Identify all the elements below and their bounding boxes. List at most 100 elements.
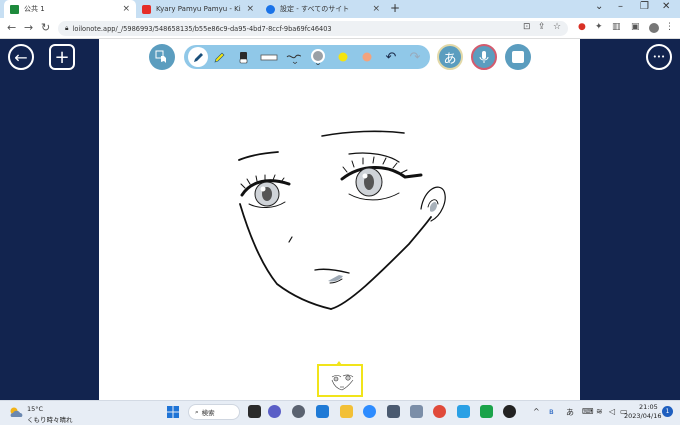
volume-icon[interactable]: ◁ <box>609 407 615 416</box>
pencil-icon <box>193 52 203 62</box>
input-indicator-icon[interactable]: ⌨ <box>582 407 594 416</box>
youtube-favicon-icon <box>142 4 151 14</box>
chrome-icon[interactable] <box>433 405 446 418</box>
stroke-width-button[interactable] <box>286 50 302 64</box>
tab-title: 公共 1 <box>24 5 45 13</box>
tab-kouyou-1[interactable]: 公共 1 × <box>4 0 136 18</box>
shape-tool-button[interactable] <box>505 44 531 70</box>
tab-settings[interactable]: 設定 - すべてのサイト × <box>260 0 386 18</box>
ellipsis-icon: ••• <box>652 53 666 61</box>
file-explorer-icon[interactable] <box>340 405 353 418</box>
color-gray-button[interactable] <box>310 49 326 65</box>
voice-record-button[interactable] <box>471 44 497 70</box>
profile-icon[interactable]: ▣ <box>631 22 640 32</box>
share-icon[interactable]: ⇪ <box>538 22 546 32</box>
highlighter-icon <box>214 52 224 62</box>
color-orange-button[interactable] <box>360 50 374 64</box>
reload-icon[interactable]: ↻ <box>41 21 50 34</box>
chevron-down-icon[interactable]: ⌄ <box>595 1 603 12</box>
left-eye <box>254 181 280 207</box>
teams-chat-icon[interactable] <box>268 405 281 418</box>
twitter-icon[interactable] <box>457 405 470 418</box>
minimize-icon[interactable]: – <box>618 1 623 12</box>
zoom-icon[interactable] <box>363 405 376 418</box>
ime-mode-indicator[interactable]: あ <box>566 407 574 418</box>
notification-badge[interactable]: 1 <box>662 406 673 417</box>
edge-browser-icon[interactable] <box>316 405 329 418</box>
new-tab-button[interactable]: + <box>390 1 400 15</box>
loilo-favicon-icon <box>10 4 19 14</box>
close-tab-icon[interactable]: × <box>246 4 254 14</box>
settings-app-icon[interactable] <box>292 405 305 418</box>
color-yellow-button[interactable] <box>336 50 350 64</box>
wave-line-icon <box>286 54 302 64</box>
avatar[interactable] <box>649 23 659 33</box>
redo-icon: ↷ <box>409 49 421 65</box>
tab-title: Kyary Pamyu Pamyu - Kizunami <box>156 5 241 13</box>
address-bar[interactable]: 🔒︎ <box>58 21 568 36</box>
pen-tool-button[interactable] <box>188 47 208 67</box>
task-view-icon[interactable] <box>248 405 261 418</box>
install-app-icon[interactable]: ⊡ <box>523 22 531 32</box>
color-swatch-orange-icon <box>362 52 372 62</box>
add-card-button[interactable]: + <box>49 44 75 70</box>
microphone-icon <box>479 51 489 63</box>
clock-time[interactable]: 21:05 <box>639 403 658 411</box>
bluetooth-icon[interactable]: ʙ <box>549 407 554 416</box>
redo-button[interactable]: ↷ <box>408 49 422 65</box>
plus-icon: + <box>54 46 70 68</box>
extensions-puzzle-icon[interactable]: ✦ <box>595 22 603 32</box>
right-eye <box>355 167 383 197</box>
extension-red-icon[interactable]: ● <box>578 22 586 32</box>
back-arrow-icon[interactable]: ← <box>7 21 16 34</box>
settings-gear-icon <box>266 4 275 14</box>
text-input-button[interactable]: あ <box>437 44 463 70</box>
more-options-button[interactable]: ••• <box>646 44 672 70</box>
camera-icon[interactable] <box>387 405 400 418</box>
eraser-tool-button[interactable] <box>236 50 250 64</box>
browser-toolbar: ← → ↻ 🔒︎ ⊡ ⇪ ☆ ● ✦ ▥ ▣ ⋮ <box>0 18 680 39</box>
url-input[interactable] <box>72 24 493 33</box>
tab-kyary-pamyu[interactable]: Kyary Pamyu Pamyu - Kizunami × <box>136 0 260 18</box>
eraser-icon <box>239 51 247 63</box>
color-swatch-yellow-icon <box>338 52 348 62</box>
cloud-sun-weather-icon <box>10 407 23 417</box>
undo-icon: ↶ <box>385 49 397 65</box>
taskbar-search[interactable]: ⌕ 検索 <box>188 404 240 420</box>
chevron-up-icon[interactable]: ^ <box>533 407 540 416</box>
forward-arrow-icon[interactable]: → <box>24 21 33 34</box>
close-tab-icon[interactable]: × <box>122 4 130 14</box>
back-button[interactable]: ← <box>8 44 34 70</box>
menu-kebab-icon[interactable]: ⋮ <box>665 22 674 32</box>
search-label: 検索 <box>201 409 215 417</box>
bookmark-star-icon[interactable]: ☆ <box>553 22 561 32</box>
browser-tab-strip: 公共 1 × Kyary Pamyu Pamyu - Kizunami × 設定… <box>0 0 680 18</box>
maximize-icon[interactable]: ❐ <box>640 1 649 12</box>
pinned-app-icon[interactable] <box>503 405 516 418</box>
hand-pointer-icon <box>155 50 166 63</box>
drawing-canvas[interactable] <box>99 39 580 400</box>
thumbnail-drawing <box>331 374 354 391</box>
undo-button[interactable]: ↶ <box>384 49 398 65</box>
close-window-icon[interactable]: ✕ <box>662 1 670 12</box>
weather-temperature[interactable]: 15°C <box>27 405 43 413</box>
ruler-icon <box>260 54 278 60</box>
wifi-icon[interactable]: ≋ <box>596 407 603 416</box>
lock-icon: 🔒︎ <box>65 24 69 32</box>
line-app-icon[interactable] <box>480 405 493 418</box>
highlighter-tool-button[interactable] <box>212 50 226 64</box>
close-tab-icon[interactable]: × <box>372 4 380 14</box>
photos-icon[interactable] <box>410 405 423 418</box>
windows-start-icon[interactable] <box>166 405 180 419</box>
select-hand-button[interactable] <box>149 44 175 70</box>
hiragana-a-icon: あ <box>443 51 457 67</box>
line-tool-button[interactable] <box>260 50 278 64</box>
arrow-left-icon: ← <box>14 47 28 67</box>
weather-description[interactable]: くもり時々晴れ <box>27 414 73 424</box>
square-shape-icon <box>512 51 524 63</box>
side-panel-icon[interactable]: ▥ <box>612 22 621 32</box>
search-icon: ⌕ <box>195 407 199 416</box>
page-thumbnail[interactable] <box>317 364 363 397</box>
clock-date[interactable]: 2023/04/16 <box>624 412 661 420</box>
color-swatch-gray-icon <box>311 49 325 65</box>
